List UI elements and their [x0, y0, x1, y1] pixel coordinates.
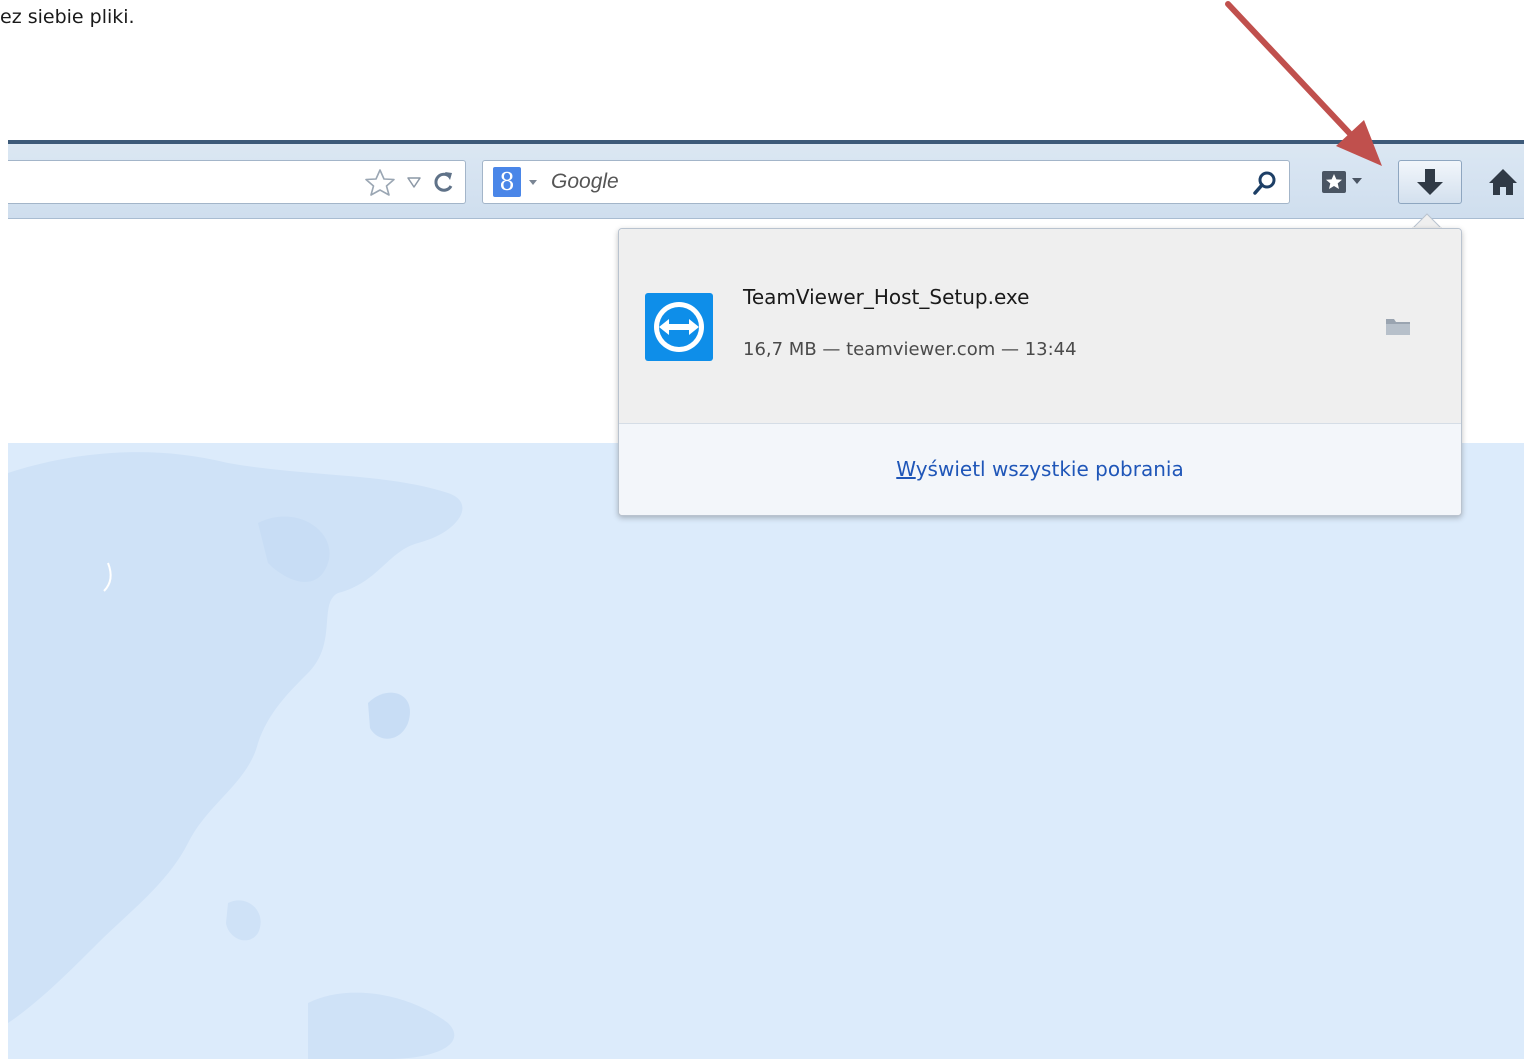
history-dropdown-icon[interactable] — [405, 168, 423, 196]
bookmarks-icon — [1322, 171, 1362, 193]
show-all-downloads-link[interactable]: Wyświetl wszystkie pobrania — [619, 424, 1461, 515]
downloads-panel: TeamViewer_Host_Setup.exe 16,7 MB — team… — [618, 228, 1462, 516]
folder-icon[interactable] — [1383, 313, 1413, 339]
download-item[interactable]: TeamViewer_Host_Setup.exe 16,7 MB — team… — [619, 229, 1461, 424]
document-caption-text: ez siebie pliki. — [0, 6, 135, 28]
world-map-image — [8, 452, 463, 1059]
teamviewer-icon — [645, 293, 713, 361]
panel-footer: Wyświetl wszystkie pobrania — [619, 424, 1461, 515]
chevron-down-icon[interactable] — [527, 173, 539, 191]
bookmarks-button[interactable] — [1308, 160, 1380, 204]
world-map-background — [8, 443, 1524, 1059]
downloads-button[interactable] — [1398, 160, 1462, 204]
show-all-access-key: W — [896, 457, 916, 481]
search-bar: 8 — [482, 160, 1290, 204]
show-all-label: yświetl wszystkie pobrania — [915, 457, 1184, 481]
navigation-toolbar: 8 — [8, 144, 1524, 219]
url-bar[interactable] — [8, 160, 466, 204]
search-input[interactable] — [545, 167, 1157, 197]
panel-pointer — [1412, 213, 1442, 229]
screenshot: ez siebie pliki. 8 Google TeamViewer_Hos… — [0, 0, 1524, 1059]
url-bar-icons — [363, 168, 455, 196]
download-details: 16,7 MB — teamviewer.com — 13:44 — [743, 339, 1077, 360]
reload-icon[interactable] — [431, 168, 455, 196]
download-filename: TeamViewer_Host_Setup.exe — [743, 285, 1030, 309]
star-icon[interactable] — [363, 168, 397, 196]
google-icon[interactable]: 8 — [493, 167, 521, 197]
home-icon — [1489, 169, 1517, 195]
search-icon[interactable] — [1251, 169, 1279, 197]
downloads-icon — [1417, 169, 1443, 195]
home-button[interactable] — [1482, 160, 1524, 204]
